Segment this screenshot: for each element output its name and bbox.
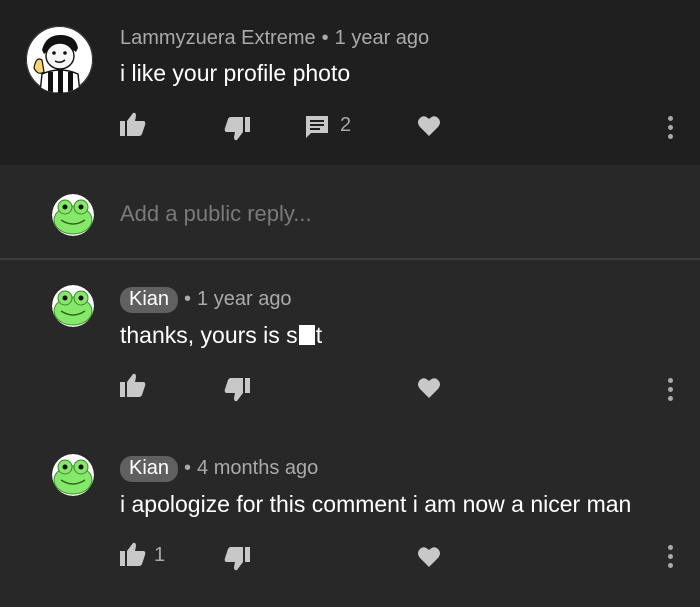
more-options-icon[interactable] bbox=[668, 378, 674, 405]
comment-meta: Lammyzuera Extreme • 1 year ago bbox=[120, 27, 429, 50]
reply-1: Kian • 1 year ago thanks, yours is s t bbox=[0, 260, 700, 430]
reply-1-avatar[interactable] bbox=[52, 285, 94, 327]
comment-time[interactable]: 1 year ago bbox=[335, 27, 430, 49]
like-icon[interactable] bbox=[120, 373, 146, 402]
reply-2-time[interactable]: 4 months ago bbox=[197, 457, 318, 479]
like-icon[interactable] bbox=[120, 542, 146, 571]
meta-separator: • bbox=[184, 288, 192, 310]
more-options-icon[interactable] bbox=[668, 545, 674, 572]
meta-separator: • bbox=[321, 27, 329, 49]
like-icon[interactable] bbox=[120, 112, 146, 141]
heart-icon[interactable] bbox=[417, 546, 441, 573]
reply-2-author-badge[interactable]: Kian bbox=[120, 456, 179, 482]
reply-2-meta: Kian • 4 months ago bbox=[120, 456, 318, 482]
censor-block bbox=[298, 325, 315, 345]
comment-text: i like your profile photo bbox=[120, 60, 351, 86]
heart-icon[interactable] bbox=[417, 377, 441, 404]
reply-1-time[interactable]: 1 year ago bbox=[197, 288, 292, 310]
reply-1-text-start: thanks, yours is s bbox=[120, 322, 298, 348]
reply-icon[interactable] bbox=[305, 115, 329, 144]
top-comment: Lammyzuera Extreme • 1 year ago i like you… bbox=[0, 0, 700, 165]
reply-1-text: thanks, yours is s t bbox=[120, 322, 322, 349]
reply-input[interactable]: Add a public reply... bbox=[120, 201, 312, 227]
reply-1-text-end: t bbox=[315, 322, 323, 348]
dislike-icon[interactable] bbox=[224, 117, 250, 146]
more-options-icon[interactable] bbox=[668, 116, 674, 143]
reply-1-meta: Kian • 1 year ago bbox=[120, 287, 292, 313]
dislike-icon[interactable] bbox=[224, 378, 250, 407]
user-avatar bbox=[52, 194, 94, 236]
meta-separator: • bbox=[184, 457, 192, 479]
reply-1-author-badge[interactable]: Kian bbox=[120, 287, 179, 313]
reply-2-avatar[interactable] bbox=[52, 454, 94, 496]
like-count: 1 bbox=[154, 544, 166, 566]
reply-2-text: i apologize for this comment i am now a … bbox=[120, 491, 632, 517]
dislike-icon[interactable] bbox=[224, 547, 250, 576]
comment-author[interactable]: Lammyzuera Extreme bbox=[120, 27, 316, 49]
heart-icon[interactable] bbox=[417, 115, 441, 142]
reply-2: Kian • 4 months ago i apologize for this c… bbox=[0, 430, 700, 607]
commenter-avatar[interactable] bbox=[26, 26, 93, 93]
reply-input-row: Add a public reply... bbox=[0, 165, 700, 258]
reply-count: 2 bbox=[340, 114, 352, 136]
